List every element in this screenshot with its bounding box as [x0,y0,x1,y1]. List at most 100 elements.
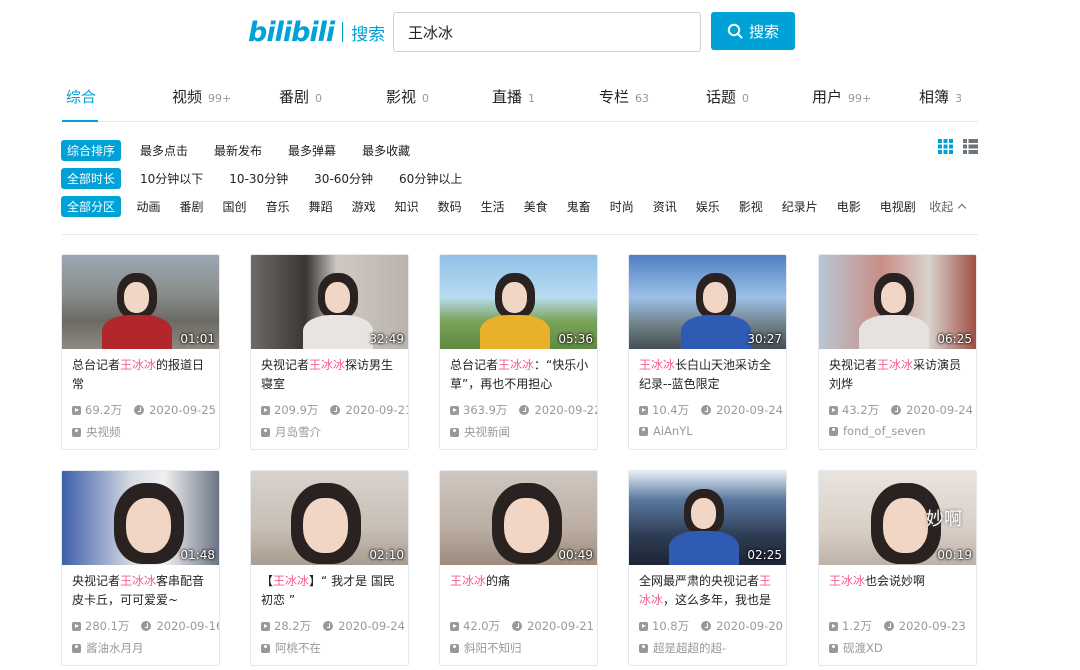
uploader[interactable]: 阿桃不在 [261,640,321,656]
thumbnail-face [123,281,150,313]
zone-option[interactable]: 鬼畜 [567,198,591,215]
duration-option[interactable]: 10分钟以下 [140,170,203,187]
clock-icon [141,621,152,631]
zone-option[interactable]: 生活 [481,198,505,215]
search-input[interactable]: 王冰冰 [393,12,701,52]
tab-6[interactable]: 话题 0 [706,86,749,107]
uploader[interactable]: 酱油水月月 [72,640,144,656]
video-title-prefix: 【 [261,574,274,588]
uploader[interactable]: AiAnYL [639,424,693,438]
tab-3[interactable]: 影视 0 [386,86,429,107]
uploader[interactable]: 砚渡XD [829,640,883,656]
grid-view-icon[interactable] [938,139,953,154]
video-title[interactable]: 王冰冰也会说妙啊 [829,572,969,610]
thumbnail-face [303,498,348,553]
uploader[interactable]: fond_of_seven [829,424,926,438]
sort-option[interactable]: 最多点击 [140,142,188,159]
tab-2[interactable]: 番剧 0 [279,86,322,107]
video-card[interactable]: 02:25 全网最严肃的央视记者王冰冰，这么多年，我也是第一 10.8万 2020-0… [628,470,787,666]
zone-option[interactable]: 纪录片 [782,198,818,215]
sort-selected-pill[interactable]: 综合排序 [61,139,122,161]
clock-icon [134,405,145,415]
duration-option[interactable]: 60分钟以上 [399,170,462,187]
video-title[interactable]: 总台记者王冰冰的报道日常 [72,356,212,394]
search-icon [727,23,743,39]
tab-0[interactable]: 综合 [66,86,96,107]
video-card[interactable]: 02:10 【王冰冰】“ 我才是 国民初恋 ” 28.2万 2020-09-24 阿桃不… [250,470,409,666]
sort-option[interactable]: 最多收藏 [362,142,410,159]
zone-collapse-toggle[interactable]: 收起 [929,198,953,215]
uploader[interactable]: 斜阳不知归 [450,640,522,656]
zone-option[interactable]: 电视剧 [880,198,916,215]
tab-label: 话题 [706,88,737,106]
tab-8[interactable]: 相簿 3 [919,86,962,107]
video-title[interactable]: 央视记者王冰冰采访演员刘烨 [829,356,969,394]
video-card[interactable]: 01:48 央视记者王冰冰客串配音皮卡丘，可可爱爱~ 280.1万 2020-09-1… [61,470,220,666]
video-title[interactable]: 央视记者王冰冰客串配音皮卡丘，可可爱爱~ [72,572,212,610]
clock-icon [701,621,712,631]
video-thumbnail[interactable]: 05:36 [440,255,597,349]
video-title[interactable]: 【王冰冰】“ 我才是 国民初恋 ” [261,572,401,610]
video-title[interactable]: 总台记者王冰冰：“快乐小草”，再也不用担心会“秃”了 [450,356,590,394]
uploader[interactable]: 央视新闻 [450,424,510,440]
video-thumbnail[interactable]: 01:48 [62,471,219,565]
video-thumbnail[interactable]: 02:10 [251,471,408,565]
video-thumbnail[interactable]: 02:25 [629,471,786,565]
video-duration: 02:10 [369,548,404,562]
video-title[interactable]: 王冰冰长白山天池采访全纪录--蓝色限定 [639,356,779,394]
video-title[interactable]: 央视记者王冰冰探访男生寝室 [261,356,401,394]
video-card[interactable]: 30:27 王冰冰长白山天池采访全纪录--蓝色限定 10.4万 2020-09-24 A… [628,254,787,450]
zone-option[interactable]: 影视 [739,198,763,215]
tab-7[interactable]: 用户 99+ [812,86,871,107]
zone-option[interactable]: 国创 [223,198,247,215]
video-thumbnail[interactable]: 01:01 [62,255,219,349]
zone-option[interactable]: 知识 [395,198,419,215]
sort-option[interactable]: 最多弹幕 [288,142,336,159]
zone-option[interactable]: 舞蹈 [309,198,333,215]
tab-4[interactable]: 直播 1 [492,86,535,107]
tab-count: 1 [528,92,536,105]
list-view-icon[interactable] [963,139,978,154]
video-title[interactable]: 王冰冰的痛 [450,572,590,610]
uploader[interactable]: 月岛雪介 [261,424,321,440]
video-thumbnail[interactable]: 30:27 [629,255,786,349]
video-title[interactable]: 全网最严肃的央视记者王冰冰，这么多年，我也是第一 [639,572,779,610]
zone-option[interactable]: 资讯 [653,198,677,215]
zone-selected-pill[interactable]: 全部分区 [61,195,122,217]
video-card[interactable]: 32:49 央视记者王冰冰探访男生寝室 209.9万 2020-09-21 月岛雪介 [250,254,409,450]
tab-1[interactable]: 视频 99+ [172,86,231,107]
sort-option[interactable]: 最新发布 [214,142,262,159]
video-card[interactable]: 00:49 王冰冰的痛 42.0万 2020-09-21 斜阳不知归 [439,470,598,666]
video-thumbnail[interactable]: 32:49 [251,255,408,349]
search-button[interactable]: 搜索 [711,12,795,50]
zone-option[interactable]: 游戏 [352,198,376,215]
duration-option[interactable]: 10-30分钟 [229,170,288,187]
video-title-keyword: 王冰冰 [829,574,866,588]
video-card[interactable]: 06:25 央视记者王冰冰采访演员刘烨 43.2万 2020-09-24 fond_of… [818,254,977,450]
video-card[interactable]: 妙啊 00:19 王冰冰也会说妙啊 1.2万 2020-09-23 砚渡XD [818,470,977,666]
zone-option[interactable]: 动画 [137,198,161,215]
tab-5[interactable]: 专栏 63 [599,86,649,107]
zone-option[interactable]: 番剧 [180,198,204,215]
zone-option[interactable]: 时尚 [610,198,634,215]
zone-option[interactable]: 娱乐 [696,198,720,215]
video-thumbnail[interactable]: 00:49 [440,471,597,565]
zone-option[interactable]: 电影 [837,198,861,215]
zone-option[interactable]: 音乐 [266,198,290,215]
duration-option[interactable]: 30-60分钟 [314,170,373,187]
tab-label: 相簿 [919,88,950,106]
uploader[interactable]: 超是超超的超- [639,640,726,656]
thumbnail-person [683,489,724,535]
zone-option[interactable]: 美食 [524,198,548,215]
zone-option[interactable]: 数码 [438,198,462,215]
tab-count: 0 [315,92,323,105]
video-title-keyword: 王冰冰 [120,358,157,372]
uploader[interactable]: 央视频 [72,424,121,440]
video-title-prefix: 央视记者 [72,574,121,588]
video-card[interactable]: 05:36 总台记者王冰冰：“快乐小草”，再也不用担心会“秃”了 363.9万 202… [439,254,598,450]
video-thumbnail[interactable]: 妙啊 00:19 [819,471,976,565]
bilibili-logo[interactable]: bilibili 搜索 [248,14,385,50]
duration-selected-pill[interactable]: 全部时长 [61,167,122,189]
video-card[interactable]: 01:01 总台记者王冰冰的报道日常 69.2万 2020-09-25 央视频 [61,254,220,450]
video-thumbnail[interactable]: 06:25 [819,255,976,349]
